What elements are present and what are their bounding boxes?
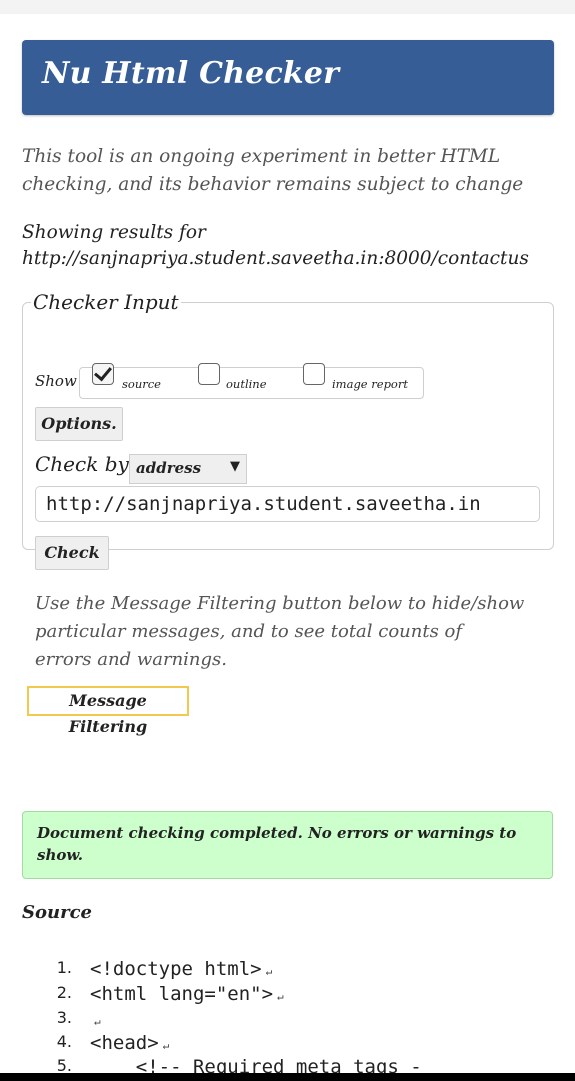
message-filtering-button[interactable]: Message Filtering xyxy=(27,686,189,736)
page-title: Nu Html Checker xyxy=(42,56,340,91)
line-text: <head> xyxy=(90,1032,159,1054)
intro-line-2: checking, and its behavior remains subje… xyxy=(22,174,524,195)
return-icon: ↵ xyxy=(265,965,273,978)
url-input[interactable]: http://sanjnapriya.student.saveetha.in xyxy=(35,486,540,522)
check-by-value: address xyxy=(136,459,202,477)
line-text: <!doctype html> xyxy=(90,958,262,980)
show-label: Show xyxy=(35,372,77,390)
filter-note-line-2: particular messages, and to see total co… xyxy=(35,621,463,642)
line-number: 1. xyxy=(56,958,72,977)
outline-checkbox[interactable] xyxy=(198,363,220,385)
source-checkbox-label[interactable]: source xyxy=(122,377,161,391)
filter-note-line-1: Use the Message Filtering button below t… xyxy=(35,593,525,614)
line-number: 2. xyxy=(56,983,72,1002)
result-success-message: Document checking completed. No errors o… xyxy=(22,811,553,879)
return-icon: ↵ xyxy=(162,1039,170,1052)
app-header: Nu Html Checker xyxy=(22,40,554,115)
checker-input-legend: Checker Input xyxy=(33,290,179,314)
options-button[interactable]: Options. xyxy=(35,407,123,441)
source-checkbox[interactable] xyxy=(92,363,114,385)
show-options-group: source outline image report xyxy=(79,363,424,399)
return-icon: ↵ xyxy=(94,1015,101,1028)
image-report-checkbox[interactable] xyxy=(303,363,325,385)
intro-text: This tool is an ongoing experiment in be… xyxy=(22,143,542,199)
filter-note-line-3: errors and warnings. xyxy=(35,649,227,670)
return-icon: ↵ xyxy=(277,990,284,1003)
filter-note: Use the Message Filtering button below t… xyxy=(35,590,555,674)
checker-input-fieldset: Checker Input Show source outline image … xyxy=(22,290,554,570)
line-number: 4. xyxy=(56,1032,72,1051)
showing-label: Showing results for xyxy=(22,222,206,243)
source-heading: Source xyxy=(22,902,92,923)
showing-url: http://sanjnapriya.student.saveetha.in:8… xyxy=(22,248,529,269)
result-line-2: show. xyxy=(37,846,83,864)
line-text: <html lang="en"> xyxy=(90,983,274,1005)
intro-line-1: This tool is an ongoing experiment in be… xyxy=(22,146,501,167)
top-strip xyxy=(0,0,575,14)
result-line-1: Document checking completed. No errors o… xyxy=(37,824,517,842)
bottom-bar xyxy=(0,1073,575,1081)
chevron-down-icon: ▼ xyxy=(230,459,240,474)
check-by-label: Check by xyxy=(35,452,129,476)
check-by-select[interactable]: address ▼ xyxy=(129,454,247,484)
check-button[interactable]: Check xyxy=(35,536,109,570)
showing-results: Showing results for http://sanjnapriya.s… xyxy=(22,220,575,272)
outline-checkbox-label[interactable]: outline xyxy=(226,377,267,391)
image-report-checkbox-label[interactable]: image report xyxy=(332,377,408,391)
line-number: 3. xyxy=(56,1008,72,1027)
